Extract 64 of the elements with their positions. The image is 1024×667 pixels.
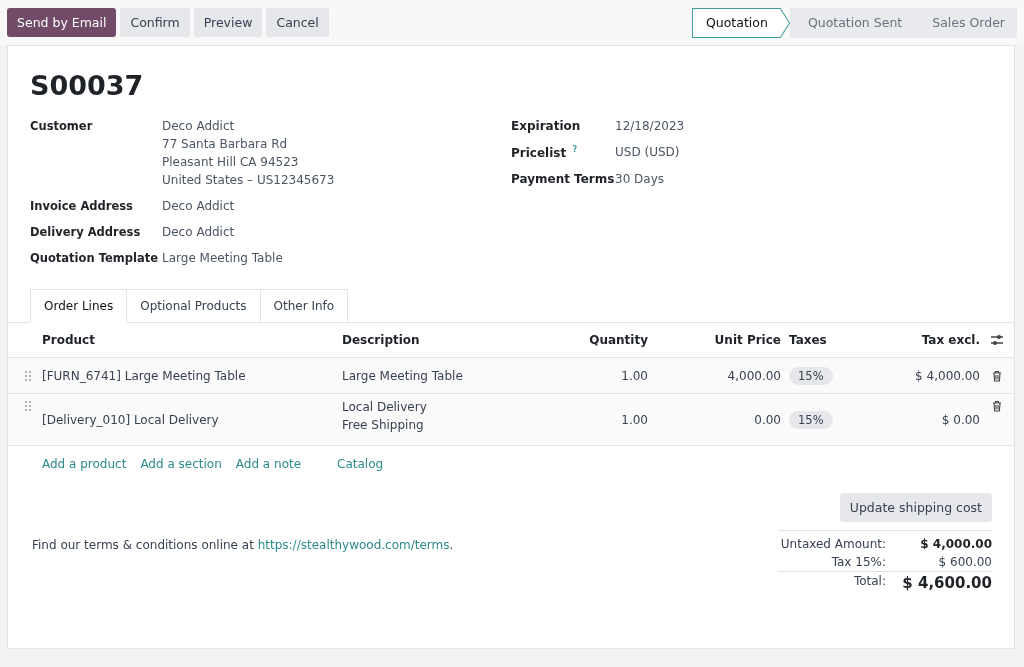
field-value: Large Meeting Table — [162, 251, 283, 265]
column-header: Quantity — [589, 333, 648, 347]
table-cell-text: Large Meeting Table — [342, 368, 464, 383]
field-label: Pricelist — [511, 146, 567, 160]
field-label: Invoice Address — [30, 199, 134, 213]
field-value: United States – US12345673 — [162, 173, 335, 187]
tax-tag: 15% — [789, 411, 833, 429]
total-label: Untaxed Amount: — [779, 537, 886, 551]
total-value: $ 4,000.00 — [919, 537, 992, 551]
send-email-button[interactable]: Send by Email — [7, 8, 117, 37]
table-cell-text: [Delivery_010] Local Delivery — [42, 413, 220, 427]
table-cell-text: Free Shipping — [342, 418, 425, 432]
table-cell: 0.00 — [754, 413, 781, 427]
column-settings-icon[interactable] — [990, 334, 1004, 346]
field-value: 12/18/2023 — [615, 119, 685, 133]
status-stage[interactable]: Quotation Sent — [789, 7, 915, 38]
column-header: Tax excl. — [921, 333, 980, 347]
tab[interactable]: Other Info — [259, 289, 349, 323]
action-button[interactable]: Confirm — [120, 8, 190, 37]
total-label: Tax 15%: — [830, 555, 886, 569]
column-header: Taxes — [788, 333, 828, 347]
delete-icon[interactable] — [992, 369, 1002, 382]
terms-note: Find our terms & conditions online at https://stealthywood.com/terms. — [32, 538, 454, 554]
add-link[interactable]: Add a section — [140, 457, 222, 471]
drag-handle-icon[interactable] — [24, 369, 32, 382]
table-cell-text: Local Delivery — [342, 400, 428, 414]
table-cell: $ 4,000.00 — [915, 368, 980, 383]
action-button[interactable]: Cancel — [266, 8, 329, 37]
delete-icon[interactable] — [992, 400, 1002, 412]
update-shipping-button[interactable]: Update shipping cost — [839, 493, 992, 522]
field-label: Payment Terms — [511, 172, 615, 186]
total-value: $ 4,600.00 — [901, 574, 992, 592]
tab[interactable]: Order Lines — [30, 289, 128, 323]
field-value: Deco Addict — [162, 199, 235, 213]
field-value: Deco Addict — [162, 119, 236, 133]
column-header: Unit Price — [714, 333, 781, 347]
field-value: 77 Santa Barbara Rd — [162, 137, 289, 151]
field-label: Customer — [30, 119, 94, 135]
table-cell: 1.00 — [621, 368, 648, 383]
total-value: $ 600.00 — [937, 555, 992, 569]
column-header: Product — [42, 333, 96, 347]
field-value: Pleasant Hill CA 94523 — [162, 155, 300, 169]
field-value: Deco Addict — [162, 225, 235, 239]
field-value: 30 Days — [615, 172, 665, 186]
add-link[interactable]: Catalog — [337, 457, 384, 471]
total-label: Total: — [852, 574, 886, 590]
field-label: Expiration — [511, 119, 581, 133]
add-link[interactable]: Add a product — [42, 457, 127, 471]
status-stage[interactable]: Quotation — [691, 7, 790, 38]
table-cell: $ 0.00 — [941, 413, 980, 427]
order-title: S00037 — [30, 70, 145, 101]
tax-tag: 15% — [789, 366, 833, 385]
field-value: USD (USD) — [615, 145, 680, 159]
add-link[interactable]: Add a note — [235, 457, 302, 471]
column-header: Description — [342, 333, 421, 347]
status-stage[interactable]: Sales Order — [914, 7, 1017, 38]
table-cell: 1.00 — [621, 413, 648, 427]
drag-handle-icon[interactable] — [24, 400, 32, 412]
table-cell: 4,000.00 — [727, 368, 781, 383]
action-button[interactable]: Preview — [193, 8, 263, 37]
terms-link[interactable]: https://stealthywood.com/terms — [257, 538, 450, 552]
field-label: Delivery Address — [30, 225, 142, 239]
table-cell-text: [FURN_6741] Large Meeting Table — [42, 368, 247, 383]
field-label: Quotation Template — [30, 251, 159, 265]
